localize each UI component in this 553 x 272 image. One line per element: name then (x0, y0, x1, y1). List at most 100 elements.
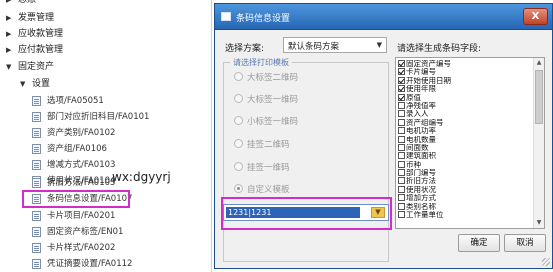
collapse-icon[interactable]: ▼ (20, 76, 25, 92)
radio-icon[interactable] (234, 72, 243, 81)
resize-grip-icon[interactable] (542, 258, 550, 266)
tree-leaf-label: 卡片项目/FA0201 (47, 211, 116, 221)
tree-leaf-label: 部门对应折旧科目/FA0101 (47, 112, 150, 122)
barcode-settings-dialog: 条码信息设置 X 选择方案: 默认条码方案 ▼ 请选择打印模板 大标签二维码 大… (214, 3, 553, 269)
field-label: 使用年限 (406, 85, 436, 94)
field-item[interactable]: 净残值率 (398, 101, 533, 110)
field-item[interactable]: 固定资产编号 (398, 60, 533, 68)
scrollbar-thumb[interactable] (535, 70, 543, 124)
checkbox-icon[interactable] (398, 110, 405, 118)
field-item[interactable]: 录入人 (398, 110, 533, 118)
fields-scrollbar[interactable]: ▲ ▼ (533, 58, 544, 228)
scroll-down-icon[interactable]: ▼ (534, 218, 544, 228)
template-radio-tag-barcode[interactable]: 挂签一维码 (234, 161, 290, 175)
template-group-legend: 请选择打印模板 (230, 57, 292, 68)
chevron-down-icon[interactable]: ▼ (377, 41, 382, 49)
template-radio-large-qr[interactable]: 大标签二维码 (234, 71, 298, 85)
radio-icon[interactable] (234, 94, 243, 103)
field-item[interactable]: 币种 (398, 160, 533, 169)
document-icon (32, 259, 41, 269)
checkbox-icon[interactable] (398, 101, 405, 109)
document-icon (32, 144, 41, 154)
tree-leaf-label: 固定资产标签/EN01 (47, 227, 124, 237)
checkbox-checked-icon[interactable] (398, 93, 405, 101)
expand-icon[interactable]: ▶ (6, 0, 11, 8)
tree-item-label: 发票管理 (18, 13, 55, 23)
field-item[interactable]: 建筑面积 (398, 152, 533, 160)
scheme-value: 默认条码方案 (288, 42, 340, 52)
chevron-down-icon[interactable]: ▼ (371, 207, 385, 218)
checkbox-icon[interactable] (398, 127, 405, 135)
checkbox-checked-icon[interactable] (398, 76, 405, 84)
template-radio-tag-qr[interactable]: 挂签二维码 (234, 138, 290, 152)
field-item[interactable]: 原值 (398, 93, 533, 102)
radio-icon[interactable] (234, 116, 243, 125)
template-group: 请选择打印模板 大标签二维码 大标签一维码 小标签一维码 挂签二维码 挂签一维码… (223, 57, 389, 262)
scheme-select[interactable]: 默认条码方案 ▼ (283, 37, 387, 53)
checkbox-icon[interactable] (398, 160, 405, 168)
radio-icon[interactable] (234, 139, 243, 148)
template-radio-custom[interactable]: 自定义模板 (234, 183, 290, 197)
document-icon (32, 211, 41, 221)
field-item[interactable]: 工作量单位 (398, 211, 533, 219)
custom-template-select[interactable]: 1231|1231 ▼ (223, 204, 389, 221)
document-icon (32, 128, 41, 138)
field-label: 间面数 (406, 143, 429, 152)
checkbox-icon[interactable] (398, 202, 405, 210)
expand-icon[interactable]: ▶ (6, 10, 11, 26)
expand-icon[interactable]: ▶ (6, 26, 11, 42)
checkbox-icon[interactable] (398, 152, 405, 160)
field-item[interactable]: 使用年限 (398, 85, 533, 93)
field-label: 原值 (406, 93, 421, 102)
radio-label: 挂签二维码 (247, 140, 290, 150)
field-label: 录入人 (406, 110, 429, 119)
template-radio-large-barcode[interactable]: 大标签一维码 (234, 93, 298, 107)
field-item[interactable]: 资产组编号 (398, 118, 533, 127)
field-label: 净残值率 (406, 101, 436, 110)
window-icon (221, 12, 231, 21)
field-item[interactable]: 增加方式 (398, 194, 533, 202)
field-item[interactable]: 使用状况 (398, 185, 533, 194)
field-item[interactable]: 折旧方法 (398, 177, 533, 185)
tree-leaf-label: 折旧方法/FA0105 (47, 178, 116, 188)
field-item[interactable]: 部门编号 (398, 169, 533, 177)
checkbox-checked-icon[interactable] (398, 85, 405, 93)
template-radio-small-barcode[interactable]: 小标签一维码 (234, 115, 298, 129)
expand-icon[interactable]: ▶ (6, 42, 11, 58)
radio-icon[interactable] (234, 162, 243, 171)
field-label: 建筑面积 (406, 152, 436, 161)
collapse-icon[interactable]: ▼ (6, 59, 11, 75)
checkbox-icon[interactable] (398, 177, 405, 185)
checkbox-icon[interactable] (398, 135, 405, 143)
field-item[interactable]: 类别名称 (398, 202, 533, 211)
field-label: 类别名称 (406, 202, 436, 211)
checkbox-icon[interactable] (398, 169, 405, 177)
nav-tree: ▶ 总账 ▶ 发票管理 ▶ 应收款管理 ▶ 应付款管理 ▼ 固定资产 ▼ 设置 … (0, 0, 212, 272)
field-item[interactable]: 间面数 (398, 143, 533, 152)
radio-selected-icon[interactable] (234, 184, 243, 193)
field-label: 工作量单位 (406, 211, 444, 220)
field-item[interactable]: 开始使用日期 (398, 76, 533, 85)
checkbox-icon[interactable] (398, 143, 405, 151)
fields-checklist[interactable]: 固定资产编号 卡片编号 开始使用日期 使用年限 原值 净残值率 录入人 资产组编… (395, 57, 545, 229)
scroll-up-icon[interactable]: ▲ (534, 58, 544, 68)
checkbox-icon[interactable] (398, 118, 405, 126)
close-button[interactable]: X (523, 8, 548, 25)
field-item[interactable]: 电机功率 (398, 127, 533, 135)
tree-leaf-label: 凭证摘要设置/FA0112 (47, 259, 133, 269)
tree-leaf-label: 选项/FA05051 (47, 96, 104, 106)
field-label: 固定资产编号 (406, 60, 451, 68)
field-item[interactable]: 卡片编号 (398, 68, 533, 76)
checkbox-icon[interactable] (398, 194, 405, 202)
tree-item-label: 应付款管理 (18, 45, 64, 55)
checkbox-icon[interactable] (398, 211, 405, 219)
checkbox-icon[interactable] (398, 185, 405, 193)
cancel-button[interactable]: 取消 (504, 234, 546, 252)
dialog-titlebar[interactable]: 条码信息设置 X (215, 4, 552, 30)
field-item[interactable]: 电机数量 (398, 135, 533, 144)
ok-button[interactable]: 确定 (458, 234, 500, 252)
checkbox-checked-icon[interactable] (398, 60, 405, 67)
checkbox-checked-icon[interactable] (398, 68, 405, 76)
document-icon (32, 243, 41, 253)
field-label: 部门编号 (406, 169, 436, 178)
